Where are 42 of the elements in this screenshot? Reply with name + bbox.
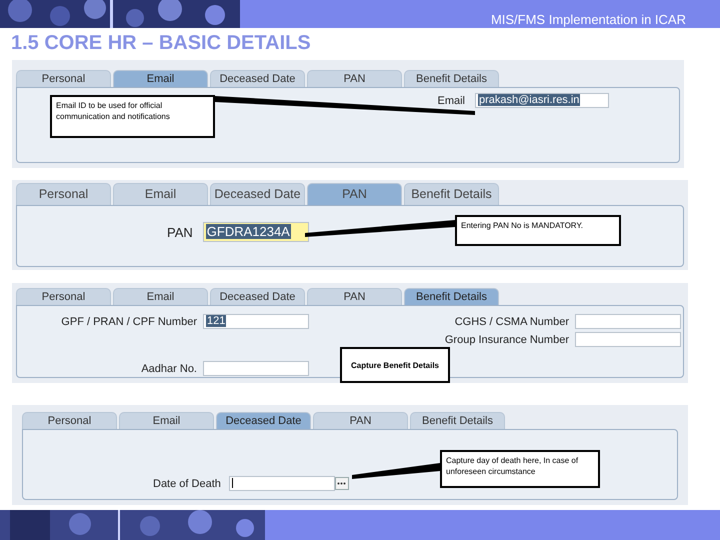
- tab[interactable]: Email: [113, 70, 208, 87]
- slide-title: 1.5 CORE HR – BASIC DETAILS: [10, 31, 312, 56]
- input-field[interactable]: [575, 332, 681, 347]
- tab[interactable]: PAN: [313, 412, 408, 429]
- tab[interactable]: Benefit Details: [404, 183, 499, 205]
- tab[interactable]: Email: [119, 412, 214, 429]
- tab[interactable]: Deceased Date: [216, 412, 311, 429]
- callout-box: Capture day of death here, In case of unforeseen circumstance: [440, 450, 600, 488]
- tab[interactable]: Deceased Date: [210, 70, 305, 87]
- tab[interactable]: Benefit Details: [410, 412, 505, 429]
- tab[interactable]: Email: [113, 288, 208, 305]
- callout-box: Capture Benefit Details: [340, 347, 450, 383]
- callout-box: Email ID to be used for official communication and notifications: [50, 95, 215, 138]
- field-label: Email: [437, 94, 465, 106]
- more-icon: [337, 482, 346, 485]
- tab[interactable]: Personal: [16, 288, 111, 305]
- field-label: Aadhar No.: [140, 362, 197, 374]
- input-field[interactable]: 121: [203, 314, 309, 329]
- tab[interactable]: Personal: [22, 412, 117, 429]
- field-label: CGHS / CSMA Number: [454, 316, 569, 328]
- tab[interactable]: Email: [113, 183, 208, 205]
- tab[interactable]: Personal: [16, 70, 111, 87]
- tab[interactable]: Deceased Date: [210, 183, 305, 205]
- input-field[interactable]: [575, 314, 681, 329]
- field-label: Date of Death: [153, 478, 221, 490]
- tab[interactable]: Benefit Details: [404, 70, 499, 87]
- field-label: PAN: [167, 224, 193, 240]
- header-text: MIS/FMS Implementation in ICAR: [490, 12, 686, 26]
- input-field[interactable]: GFDRA1234A: [202, 222, 309, 242]
- tab[interactable]: Personal: [16, 183, 111, 205]
- tab[interactable]: Deceased Date: [210, 288, 305, 305]
- callout-box: Entering PAN No is MANDATORY.: [455, 215, 621, 246]
- tab[interactable]: PAN: [307, 70, 402, 87]
- tab[interactable]: PAN: [307, 183, 402, 205]
- tab[interactable]: Benefit Details: [404, 288, 499, 305]
- date-field[interactable]: [228, 476, 335, 491]
- date-picker-button[interactable]: [334, 477, 349, 490]
- input-field[interactable]: prakash@iasri.res.in: [475, 93, 609, 108]
- field-label: GPF / PRAN / CPF Number: [60, 316, 197, 328]
- tab[interactable]: PAN: [307, 288, 402, 305]
- field-label: Group Insurance Number: [444, 334, 569, 346]
- input-field[interactable]: [203, 361, 309, 376]
